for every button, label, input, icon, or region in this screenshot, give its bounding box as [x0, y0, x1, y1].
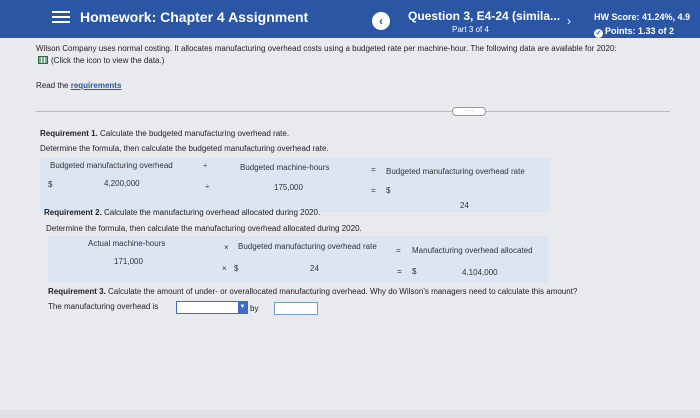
req1-overhead-value: 4,200,000	[104, 179, 140, 188]
req2-formula-prompt: Determine the formula, then calculate th…	[46, 224, 362, 233]
problem-intro: Wilson Company uses normal costing. It a…	[36, 44, 617, 53]
points-text: Points: 1.33 of 2	[605, 26, 675, 36]
req2-machine-hours-value: 171,000	[114, 257, 143, 266]
points-display: ✓ Points: 1.33 of 2	[594, 26, 674, 38]
req2-heading-text: Calculate the manufacturing overhead all…	[104, 208, 321, 217]
table-data-icon[interactable]	[38, 56, 48, 64]
question-title[interactable]: Question 3, E4-24 (simila...	[408, 9, 560, 23]
previous-question-button[interactable]: ‹	[372, 12, 390, 30]
question-content: Wilson Company uses normal costing. It a…	[0, 38, 700, 418]
req1-dollar-2: $	[386, 186, 391, 195]
req2-col1-label: Actual machine-hours	[88, 239, 166, 248]
requirements-link[interactable]: requirements	[71, 81, 122, 90]
homework-title: Homework: Chapter 4 Assignment	[80, 9, 309, 25]
top-bar: Homework: Chapter 4 Assignment ‹ Questio…	[0, 0, 700, 38]
req1-rate-input[interactable]: 24	[398, 201, 538, 212]
req2-rate-input[interactable]: 24	[246, 264, 386, 275]
req1-heading: Requirement 1. Calculate the budgeted ma…	[40, 129, 289, 138]
req3-amount-input[interactable]	[274, 302, 318, 315]
req1-operator-divide: ÷	[203, 161, 208, 170]
req1-label: Requirement 1.	[40, 129, 98, 138]
req2-col2-label: Budgeted manufacturing overhead rate	[238, 242, 377, 251]
req1-col2-label: Budgeted machine-hours	[240, 163, 330, 172]
req1-overhead-input[interactable]: 4,200,000	[60, 178, 195, 189]
req1-equals-row: =	[371, 186, 376, 195]
req1-rate-value: 24	[460, 201, 469, 210]
req1-machine-hours-value: 175,000	[274, 183, 303, 192]
hw-score: HW Score: 41.24%, 4.9	[594, 12, 691, 22]
req2-operator-multiply: ×	[224, 243, 229, 252]
read-requirements-line: Read the requirements	[36, 81, 121, 90]
section-divider	[36, 111, 670, 112]
req1-formula-prompt: Determine the formula, then calculate th…	[40, 144, 329, 153]
expand-button[interactable]: ·····	[452, 107, 486, 116]
req2-machine-hours-input[interactable]: 171,000	[56, 256, 206, 267]
data-link[interactable]: (Click the icon to view the data.)	[38, 56, 164, 65]
req2-rate-value: 24	[310, 264, 319, 273]
req2-dollar-3: $	[412, 267, 417, 276]
req2-col3-label: Manufacturing overhead allocated	[412, 246, 533, 255]
req2-heading: Requirement 2. Calculate the manufacturi…	[44, 208, 320, 217]
req3-label: Requirement 3.	[48, 287, 106, 296]
req2-allocated-input[interactable]: 4,104,000	[424, 267, 544, 278]
req1-machine-hours-input[interactable]: 175,000	[222, 182, 362, 193]
under-over-select[interactable]: ▼	[176, 301, 248, 314]
req2-dollar-2: $	[234, 264, 239, 273]
check-circle-icon: ✓	[594, 29, 603, 38]
req3-sentence-start: The manufacturing overhead is	[48, 302, 159, 311]
req1-heading-text: Calculate the budgeted manufacturing ove…	[100, 129, 290, 138]
req1-dollar-1: $	[48, 180, 53, 189]
req2-operator-multiply-row: ×	[222, 264, 227, 273]
req2-allocated-value: 4,104,000	[462, 268, 498, 277]
bottom-strip	[0, 410, 700, 418]
hamburger-menu-icon[interactable]	[52, 8, 70, 26]
question-part: Part 3 of 4	[452, 25, 489, 34]
req2-label: Requirement 2.	[44, 208, 102, 217]
read-the-text: Read the	[36, 81, 69, 90]
data-link-text: (Click the icon to view the data.)	[51, 56, 165, 65]
req1-operator-divide-row: ÷	[205, 182, 210, 191]
next-question-button[interactable]: ›	[560, 12, 578, 30]
req1-col3-label: Budgeted manufacturing overhead rate	[386, 167, 525, 176]
req1-col1-label: Budgeted manufacturing overhead	[50, 161, 173, 170]
req3-heading-text: Calculate the amount of under- or overal…	[108, 287, 578, 296]
req3-heading: Requirement 3. Calculate the amount of u…	[48, 287, 577, 296]
req2-equals-row: =	[397, 267, 402, 276]
req1-equals: =	[371, 165, 376, 174]
dropdown-arrow-icon[interactable]: ▼	[238, 302, 247, 313]
req3-by-text: by	[250, 304, 259, 313]
req2-equals: =	[396, 246, 401, 255]
